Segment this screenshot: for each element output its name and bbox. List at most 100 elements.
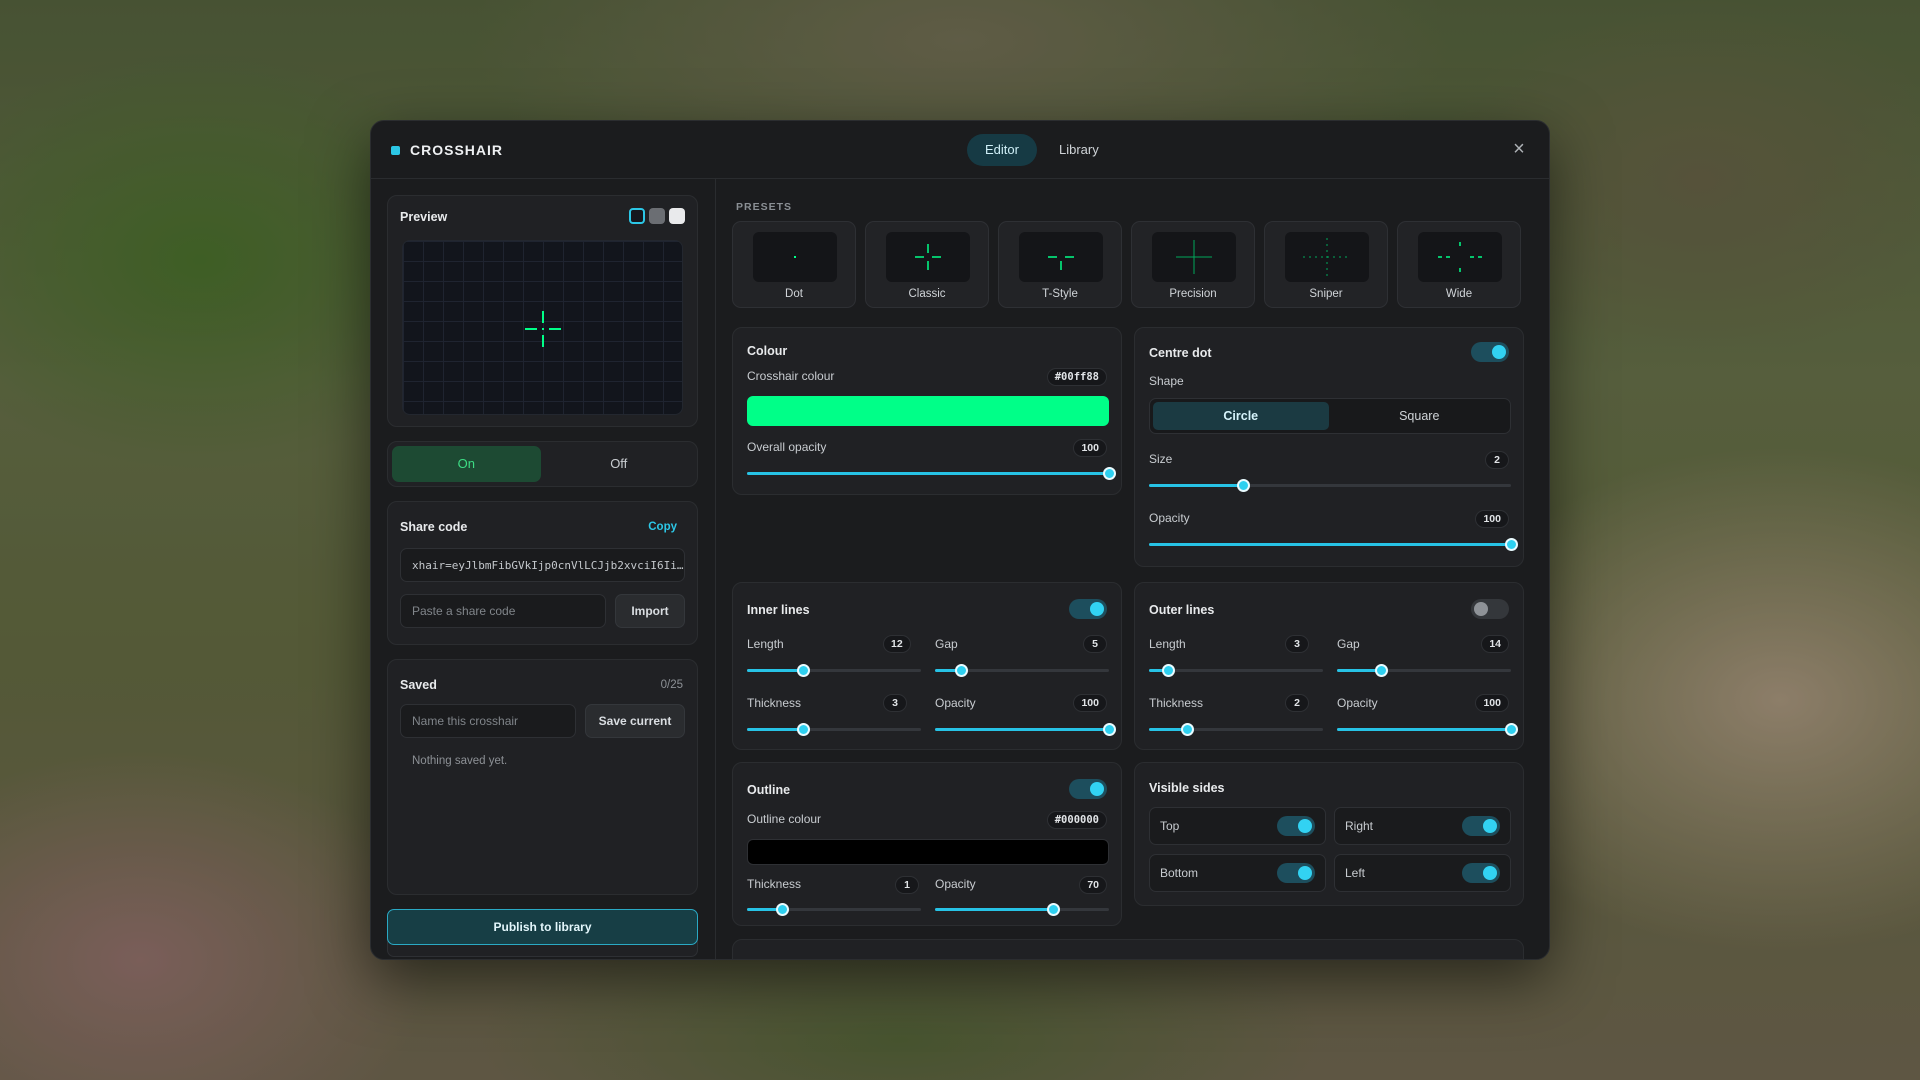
save-current-button[interactable]: Save current <box>585 704 685 738</box>
outline-thickness-label: Thickness <box>747 877 802 891</box>
share-code-card: Share code Copy xhair=eyJlbmFibGVkIjp0cn… <box>387 501 698 645</box>
dot-opacity-slider[interactable] <box>1149 537 1518 551</box>
outer-gap-label: Gap <box>1337 637 1360 651</box>
colour-card: Colour Crosshair colour #00ff88 Overall … <box>732 327 1122 495</box>
close-icon[interactable]: × <box>1507 137 1531 161</box>
outer-opacity-value: 100 <box>1475 694 1509 712</box>
outer-gap-value: 14 <box>1481 635 1509 653</box>
inner-thickness-value: 3 <box>883 694 907 712</box>
preview-crosshair-icon <box>525 311 561 347</box>
outer-opacity-slider[interactable] <box>1337 722 1518 736</box>
crosshair-colour-swatch[interactable] <box>747 396 1109 426</box>
outline-thickness-value: 1 <box>895 876 919 894</box>
outer-thickness-slider[interactable] <box>1149 722 1323 736</box>
shape-circle-button[interactable]: Circle <box>1153 402 1329 430</box>
inner-length-slider[interactable] <box>747 663 921 677</box>
side-top: Top <box>1149 807 1326 845</box>
tab-library[interactable]: Library <box>1041 134 1117 166</box>
outer-length-label: Length <box>1149 637 1186 651</box>
side-right-label: Right <box>1345 819 1374 833</box>
copy-link[interactable]: Copy <box>648 521 677 533</box>
shape-square-button[interactable]: Square <box>1332 402 1508 430</box>
outline-colour-swatch[interactable] <box>747 839 1109 865</box>
shape-label: Shape <box>1149 374 1184 388</box>
brand: CROSSHAIR <box>391 142 503 158</box>
inner-length-label: Length <box>747 637 784 651</box>
outer-opacity-label: Opacity <box>1337 696 1378 710</box>
crosshair-editor-modal: CROSSHAIR Editor Library × Preview On Of… <box>370 120 1550 960</box>
outline-toggle[interactable] <box>1069 779 1107 799</box>
overall-opacity-slider[interactable] <box>747 466 1116 480</box>
overall-opacity-value: 100 <box>1073 439 1107 457</box>
side-right-toggle[interactable] <box>1462 816 1500 836</box>
shape-selector: Circle Square <box>1149 398 1511 434</box>
share-code-title: Share code <box>400 520 468 534</box>
centre-dot-card: Centre dot Shape Circle Square Size 2 Op… <box>1134 327 1524 567</box>
outline-thickness-slider[interactable] <box>747 902 921 916</box>
preset-classic-thumb <box>886 232 970 282</box>
preset-dot-thumb <box>753 232 837 282</box>
inner-lines-toggle[interactable] <box>1069 599 1107 619</box>
outline-opacity-slider[interactable] <box>935 902 1109 916</box>
inner-gap-slider[interactable] <box>935 663 1109 677</box>
off-button[interactable]: Off <box>545 446 694 482</box>
swatch-dark[interactable] <box>629 208 645 224</box>
saved-card: Saved 0/25 Name this crosshair Save curr… <box>387 659 698 895</box>
inner-thickness-label: Thickness <box>747 696 802 710</box>
outline-colour-hex[interactable]: #000000 <box>1046 811 1107 829</box>
side-bottom-toggle[interactable] <box>1277 863 1315 883</box>
inner-length-value: 12 <box>883 635 911 653</box>
outer-length-slider[interactable] <box>1149 663 1323 677</box>
crosshair-name-input[interactable]: Name this crosshair <box>400 704 576 738</box>
inner-lines-card: Inner lines Length 12 Gap 5 Thickness 3 … <box>732 582 1122 750</box>
overall-opacity-label: Overall opacity <box>747 440 827 454</box>
outline-card: Outline Outline colour #000000 Thickness… <box>732 762 1122 926</box>
outer-lines-toggle[interactable] <box>1471 599 1509 619</box>
preset-t-style[interactable]: T-Style <box>998 221 1122 308</box>
inner-opacity-value: 100 <box>1073 694 1107 712</box>
preset-wide[interactable]: Wide <box>1397 221 1521 308</box>
modal-header: CROSSHAIR Editor Library × <box>371 121 1549 179</box>
preset-wide-thumb <box>1418 232 1502 282</box>
inner-opacity-label: Opacity <box>935 696 976 710</box>
preset-sniper[interactable]: Sniper <box>1264 221 1388 308</box>
side-left-toggle[interactable] <box>1462 863 1500 883</box>
preset-precision[interactable]: Precision <box>1131 221 1255 308</box>
preview-title: Preview <box>400 210 448 224</box>
outline-opacity-label: Opacity <box>935 877 976 891</box>
side-top-toggle[interactable] <box>1277 816 1315 836</box>
left-panel: Preview On Off Share code Copy xhair=eyJ… <box>371 179 716 959</box>
presets-title: PRESETS <box>736 201 793 213</box>
dot-size-slider[interactable] <box>1149 478 1511 492</box>
inner-thickness-slider[interactable] <box>747 722 921 736</box>
dot-opacity-label: Opacity <box>1149 511 1190 525</box>
tab-editor[interactable]: Editor <box>967 134 1037 166</box>
preset-label: Wide <box>1445 288 1473 300</box>
centre-dot-toggle[interactable] <box>1471 342 1509 362</box>
publish-to-library-button[interactable]: Publish to library <box>387 909 698 945</box>
app-title: CROSSHAIR <box>410 142 504 158</box>
inner-gap-label: Gap <box>935 637 958 651</box>
preset-sniper-thumb <box>1285 232 1369 282</box>
inner-opacity-slider[interactable] <box>935 722 1116 736</box>
import-button[interactable]: Import <box>615 594 685 628</box>
outline-colour-label: Outline colour <box>747 812 822 826</box>
preset-classic[interactable]: Classic <box>865 221 989 308</box>
on-button[interactable]: On <box>392 446 541 482</box>
preview-card: Preview <box>387 195 698 427</box>
share-code-field[interactable]: xhair=eyJlbmFibGVkIjp0cnVlLCJjb2xvciI6Ii… <box>400 548 685 582</box>
swatch-light[interactable] <box>669 208 685 224</box>
preset-t-style-thumb <box>1019 232 1103 282</box>
outer-gap-slider[interactable] <box>1337 663 1511 677</box>
preset-label: Sniper <box>1309 288 1343 300</box>
outline-opacity-value: 70 <box>1079 876 1107 894</box>
side-left-label: Left <box>1345 866 1366 880</box>
side-bottom: Bottom <box>1149 854 1326 892</box>
swatch-grey[interactable] <box>649 208 665 224</box>
paste-share-code-input[interactable]: Paste a share code <box>400 594 606 628</box>
colour-title: Colour <box>747 344 788 358</box>
preset-label: T-Style <box>1042 288 1078 300</box>
preset-dot[interactable]: Dot <box>732 221 856 308</box>
crosshair-colour-hex[interactable]: #00ff88 <box>1046 368 1107 386</box>
side-top-label: Top <box>1160 819 1180 833</box>
